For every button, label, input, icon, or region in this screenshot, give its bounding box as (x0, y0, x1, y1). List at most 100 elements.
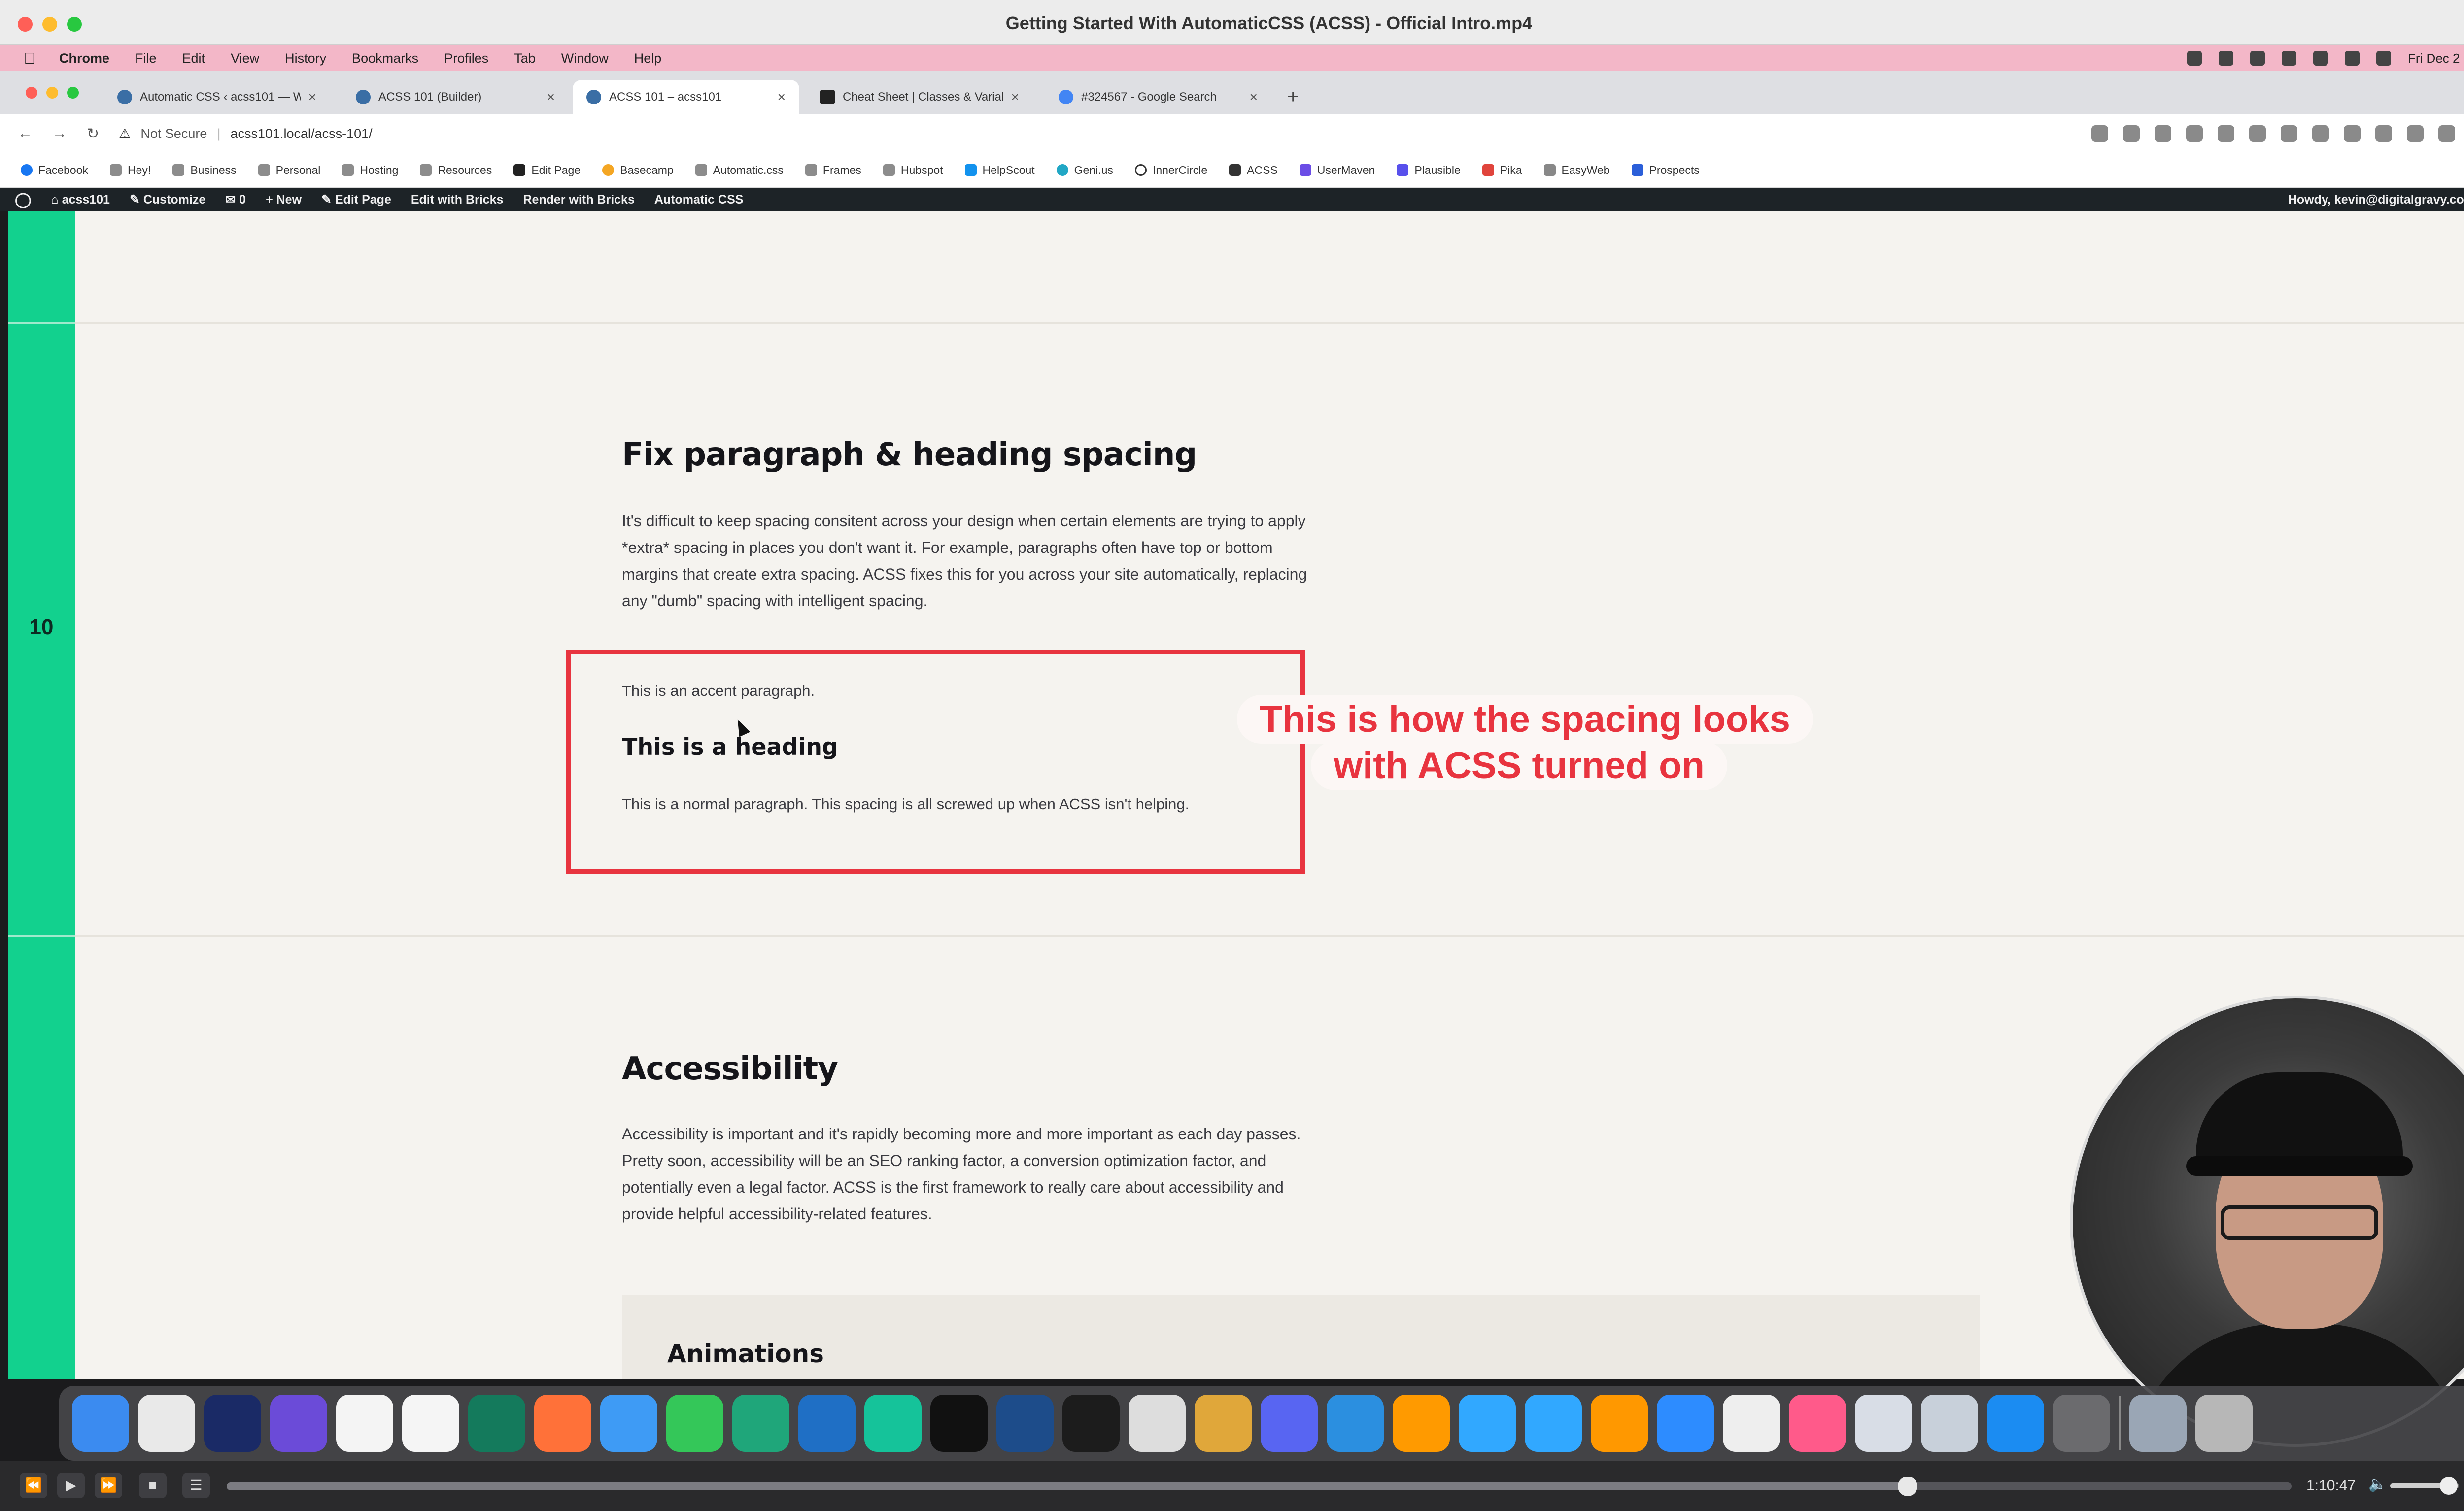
close-icon[interactable]: × (778, 89, 786, 105)
grammarly-icon[interactable] (864, 1395, 922, 1452)
close-icon[interactable]: × (1250, 89, 1258, 105)
extension-icon[interactable] (2218, 125, 2234, 142)
wp-howdy[interactable]: Howdy, kevin@digitalgravy.co (2288, 193, 2464, 207)
wp-new[interactable]: + New (266, 193, 302, 207)
sidebar-icon[interactable] (2438, 125, 2455, 142)
menu-chrome[interactable]: Chrome (59, 51, 109, 66)
status-app-icon[interactable] (2282, 51, 2297, 66)
bookmark-resources[interactable]: Resources (420, 164, 492, 177)
wifi-icon[interactable] (2313, 51, 2328, 66)
extension-icon[interactable] (2344, 125, 2361, 142)
wordpress-logo-icon[interactable]: ◯ (15, 191, 32, 208)
app-store-icon[interactable] (1987, 1395, 2044, 1452)
play-icon[interactable]: ▶ (57, 1473, 85, 1498)
bookmark-easyweb[interactable]: EasyWeb (1543, 164, 1610, 177)
bookmark-hey[interactable]: Hey! (110, 164, 151, 177)
keynote-icon[interactable] (1327, 1395, 1384, 1452)
trash-icon[interactable] (2195, 1395, 2253, 1452)
wp-edit-page[interactable]: ✎ Edit Page (321, 192, 391, 207)
forklift-icon[interactable] (1195, 1395, 1252, 1452)
status-app-icon[interactable] (2219, 51, 2234, 66)
control-center-icon[interactable] (2376, 51, 2392, 66)
new-tab-button[interactable]: + (1287, 86, 1299, 108)
system-settings-icon[interactable] (2053, 1395, 2110, 1452)
menu-help[interactable]: Help (634, 51, 662, 66)
menu-file[interactable]: File (135, 51, 157, 66)
tab-cheat-sheet[interactable]: Cheat Sheet | Classes & Variab × (806, 80, 1033, 114)
launchpad-icon[interactable] (138, 1395, 195, 1452)
bookmark-prospects[interactable]: Prospects (1631, 164, 1700, 177)
illustrator-icon[interactable] (1393, 1395, 1450, 1452)
bookmark-geni-us[interactable]: Geni.us (1056, 164, 1113, 177)
star-icon[interactable] (2123, 125, 2140, 142)
clock[interactable]: Fri Dec 2 12:18 PM (2408, 51, 2464, 66)
safari-icon[interactable] (600, 1395, 657, 1452)
close-icon[interactable]: × (308, 89, 316, 105)
bookmark-acss[interactable]: ACSS (1229, 164, 1278, 177)
menu-view[interactable]: View (231, 51, 259, 66)
bookmark-hubspot[interactable]: Hubspot (883, 164, 943, 177)
extension-icon[interactable] (2375, 125, 2392, 142)
back-icon[interactable]: ← (18, 125, 33, 142)
bookmark-usermaven[interactable]: UserMaven (1299, 164, 1375, 177)
bookmark-hosting[interactable]: Hosting (342, 164, 398, 177)
1password-icon[interactable] (1855, 1395, 1912, 1452)
menu-window[interactable]: Window (561, 51, 609, 66)
lightroom-icon[interactable] (1459, 1395, 1516, 1452)
close-icon[interactable]: × (1011, 89, 1019, 105)
vscode-icon[interactable] (798, 1395, 856, 1452)
bookmark-plausible[interactable]: Plausible (1397, 164, 1461, 177)
figma-icon[interactable] (930, 1395, 988, 1452)
bookmark-automatic-css[interactable]: Automatic.css (695, 164, 784, 177)
wp-site-name[interactable]: ⌂ acss101 (51, 193, 110, 207)
volume-slider[interactable] (2390, 1477, 2459, 1495)
stop-icon[interactable]: ■ (139, 1473, 167, 1498)
fast-forward-icon[interactable]: ⏩ (95, 1473, 122, 1498)
bookmark-facebook[interactable]: Facebook (21, 164, 88, 177)
slack-icon[interactable] (402, 1395, 459, 1452)
chapters-icon[interactable]: ☰ (182, 1473, 210, 1498)
scrubber-handle[interactable] (1897, 1477, 1917, 1496)
wp-customize[interactable]: ✎ Customize (130, 192, 205, 207)
amazon-music-icon[interactable] (204, 1395, 261, 1452)
extension-icon[interactable] (2155, 125, 2171, 142)
sublime-icon[interactable] (1591, 1395, 1648, 1452)
address-bar[interactable]: ⚠ Not Secure | acss101.local/acss-101/ (119, 126, 372, 141)
chrome-zoom-button[interactable] (67, 87, 79, 99)
photoshop-icon[interactable] (1525, 1395, 1582, 1452)
tab-google-search[interactable]: #324567 - Google Search × (1045, 80, 1271, 114)
tools-icon[interactable] (1129, 1395, 1186, 1452)
status-app-icon[interactable] (2187, 51, 2202, 66)
status-app-icon[interactable] (2250, 51, 2265, 66)
apple-icon[interactable]:  (24, 49, 35, 68)
menu-profiles[interactable]: Profiles (444, 51, 488, 66)
tab-acss-builder[interactable]: ACSS 101 (Builder) × (342, 80, 569, 114)
bookmark-edit-page[interactable]: Edit Page (513, 164, 581, 177)
discord-icon[interactable] (1261, 1395, 1318, 1452)
live-stream-icon[interactable] (996, 1395, 1054, 1452)
rewind-icon[interactable]: ⏪ (20, 1473, 47, 1498)
puzzle-icon[interactable] (2407, 125, 2424, 142)
forward-icon[interactable]: → (52, 125, 67, 142)
menu-history[interactable]: History (285, 51, 326, 66)
wp-render-bricks[interactable]: Render with Bricks (523, 193, 634, 207)
cleanmymac-icon[interactable] (1789, 1395, 1846, 1452)
tab-automatic-css[interactable]: Automatic CSS ‹ acss101 — W × (103, 80, 330, 114)
tab-acss-101[interactable]: ACSS 101 – acss101 × (573, 80, 799, 114)
bookmark-helpscout[interactable]: HelpScout (964, 164, 1035, 177)
screen-icon[interactable] (2129, 1395, 2187, 1452)
bookmark-personal[interactable]: Personal (258, 164, 320, 177)
chrome-minimize-button[interactable] (46, 87, 58, 99)
cinema-icon[interactable] (1723, 1395, 1780, 1452)
zoom-icon[interactable] (1657, 1395, 1714, 1452)
menu-edit[interactable]: Edit (182, 51, 205, 66)
wp-edit-bricks[interactable]: Edit with Bricks (411, 193, 504, 207)
volume-handle[interactable] (2440, 1477, 2458, 1495)
messages-icon[interactable] (666, 1395, 723, 1452)
wp-comments[interactable]: ✉ 0 (225, 192, 246, 207)
final-cut-icon[interactable] (1062, 1395, 1120, 1452)
finder-icon[interactable] (72, 1395, 129, 1452)
bookmark-basecamp[interactable]: Basecamp (602, 164, 674, 177)
reload-icon[interactable]: ↻ (87, 125, 99, 142)
bookmark-frames[interactable]: Frames (805, 164, 861, 177)
